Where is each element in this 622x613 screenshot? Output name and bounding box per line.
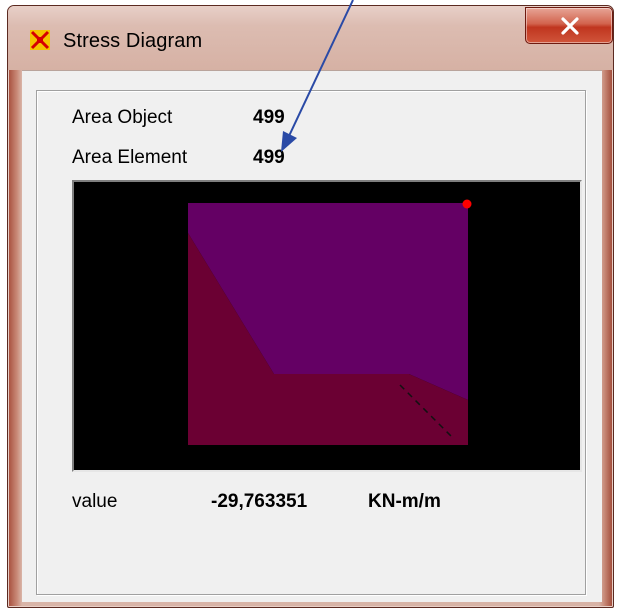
value-label: value — [72, 491, 118, 512]
area-element-value: 499 — [253, 147, 285, 168]
area-object-value: 499 — [253, 107, 285, 128]
title-bar[interactable]: Stress Diagram — [8, 6, 613, 70]
stress-diagram-canvas — [188, 199, 472, 445]
node-marker — [462, 199, 472, 209]
area-element-label: Area Element — [72, 147, 188, 168]
dialog-client-area: Area Object 499 Area Element 499 value -… — [22, 70, 602, 602]
value-readout: -29,763351 — [211, 491, 308, 512]
stress-diagram-window: Stress Diagram Area Object 499 Area Elem… — [7, 5, 614, 608]
window-title: Stress Diagram — [63, 30, 203, 52]
close-button[interactable] — [525, 7, 613, 44]
close-icon — [561, 17, 579, 35]
value-unit: KN-m/m — [368, 491, 441, 512]
app-icon — [30, 30, 50, 50]
stress-diagram-plot[interactable] — [72, 180, 582, 472]
area-object-label: Area Object — [72, 107, 173, 128]
